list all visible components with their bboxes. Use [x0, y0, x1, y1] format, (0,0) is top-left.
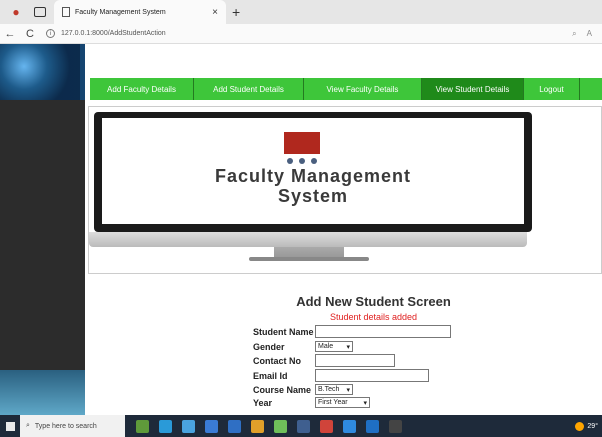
header-decoration: [0, 44, 80, 100]
left-sidebar: [0, 100, 85, 415]
monitor-base: [249, 257, 369, 261]
chevron-down-icon: ▾: [346, 386, 350, 394]
year-select[interactable]: First Year ▾: [315, 397, 370, 408]
chevron-down-icon: ▾: [363, 399, 367, 407]
app-icon-3[interactable]: [343, 419, 356, 433]
gender-select[interactable]: Male ▾: [315, 341, 353, 352]
contact-label: Contact No: [253, 355, 301, 366]
file-explorer-icon[interactable]: [182, 419, 195, 433]
url-text: 127.0.0.1:8000/AddStudentAction: [61, 30, 166, 37]
form-title: Add New Student Screen: [296, 294, 451, 309]
weather-widget[interactable]: 29°: [575, 421, 598, 431]
menu-add-faculty[interactable]: Add Faculty Details: [90, 78, 194, 100]
brand-line2: System: [277, 186, 349, 206]
address-bar: ← C i 127.0.0.1:8000/AddStudentAction ⌕ …: [0, 24, 602, 44]
course-select[interactable]: B.Tech ▾: [315, 384, 353, 395]
monitor-stand: [89, 232, 527, 247]
monitor-neck: [274, 247, 344, 257]
menu-add-student[interactable]: Add Student Details: [194, 78, 304, 100]
monitor-screen: Faculty Management System: [102, 118, 524, 224]
windows-taskbar: ⌕ Type here to search 29°: [0, 415, 602, 437]
back-button[interactable]: ←: [0, 28, 20, 40]
taskbar-search[interactable]: ⌕ Type here to search: [20, 415, 125, 437]
monitor-image: Faculty Management System: [94, 112, 532, 232]
contact-input[interactable]: [315, 354, 395, 367]
reload-button[interactable]: C: [20, 28, 40, 40]
sidebar-decoration: [0, 370, 85, 415]
year-label: Year: [253, 397, 273, 408]
search-placeholder: Type here to search: [34, 422, 97, 430]
mail-icon[interactable]: [228, 419, 241, 433]
course-row: Course Name B.Tech ▾: [253, 384, 353, 395]
search-icon: ⌕: [26, 422, 30, 429]
site-info-icon[interactable]: i: [46, 29, 55, 38]
logo-icon: [284, 132, 320, 154]
chrome-icon[interactable]: [251, 419, 264, 433]
profile-icon[interactable]: ●: [6, 4, 26, 20]
nav-menu: Add Faculty Details Add Student Details …: [90, 78, 602, 100]
sun-icon: [575, 421, 585, 431]
contact-row: Contact No: [253, 354, 395, 367]
student-name-input[interactable]: [315, 325, 451, 338]
menu-view-faculty[interactable]: View Faculty Details: [304, 78, 422, 100]
browser-tab[interactable]: Faculty Management System ×: [54, 0, 226, 24]
page-icon: [62, 7, 70, 17]
gender-label: Gender: [253, 341, 285, 352]
status-message: Student details added: [329, 312, 418, 322]
taskbar-apps: [131, 419, 407, 433]
hero-banner: Faculty Management System: [88, 106, 602, 274]
new-tab-button[interactable]: +: [232, 4, 240, 20]
chevron-down-icon: ▾: [346, 343, 350, 351]
read-aloud-icon[interactable]: A: [587, 29, 592, 38]
url-field[interactable]: i 127.0.0.1:8000/AddStudentAction: [46, 29, 572, 38]
student-name-row: Student Name: [253, 325, 451, 338]
app-icon[interactable]: [274, 419, 287, 433]
student-name-label: Student Name: [253, 326, 314, 337]
app-icon-5[interactable]: [389, 419, 402, 433]
close-tab-icon[interactable]: ×: [212, 7, 218, 18]
email-row: Email Id: [253, 369, 429, 382]
course-label: Course Name: [253, 384, 312, 395]
calculator-icon[interactable]: [297, 419, 310, 433]
widget-icon[interactable]: [136, 419, 149, 433]
store-icon[interactable]: [205, 419, 218, 433]
email-label: Email Id: [253, 370, 288, 381]
main-content: Add Faculty Details Add Student Details …: [85, 44, 602, 415]
windows-icon: [5, 421, 15, 431]
search-icon[interactable]: ⌕: [572, 29, 576, 39]
logo-dots: [284, 158, 320, 164]
temperature: 29°: [587, 422, 598, 430]
browser-tab-bar: ● Faculty Management System × +: [0, 0, 602, 24]
brand-line1: Faculty Management: [214, 166, 412, 186]
start-button[interactable]: [0, 415, 20, 437]
year-row: Year First Year ▾: [253, 397, 370, 408]
tab-title: Faculty Management System: [75, 8, 166, 16]
email-input[interactable]: [315, 369, 429, 382]
gender-row: Gender Male ▾: [253, 341, 353, 352]
tab-actions-icon[interactable]: [34, 7, 46, 17]
menu-logout[interactable]: Logout: [524, 78, 580, 100]
app-icon-4[interactable]: [366, 419, 379, 433]
menu-view-student[interactable]: View Student Details: [422, 78, 524, 100]
app-icon-2[interactable]: [320, 419, 333, 433]
edge-icon[interactable]: [159, 419, 172, 433]
